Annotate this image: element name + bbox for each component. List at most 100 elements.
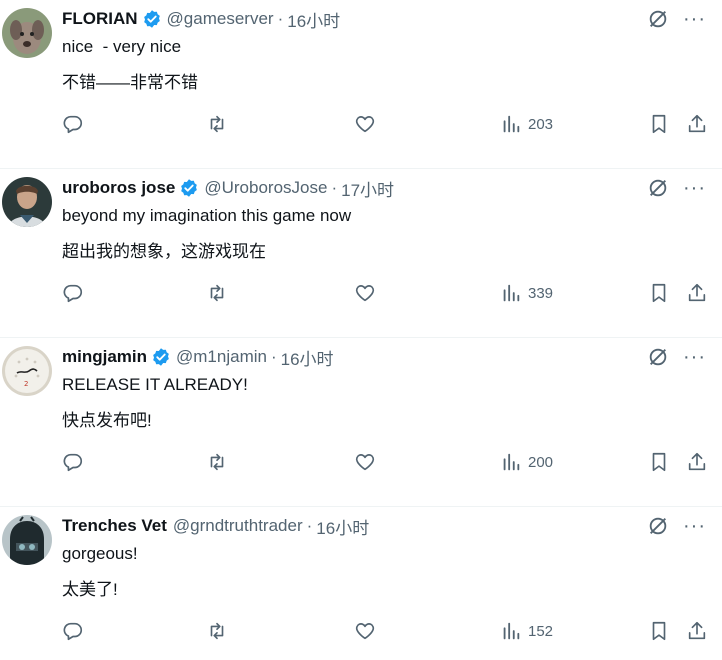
tweet-3[interactable]: Trenches Vet @grndtruthtrader · 16小时 ···…: [0, 507, 722, 660]
user-handle[interactable]: @grndtruthtrader: [173, 516, 303, 536]
verified-badge-icon: [181, 179, 198, 197]
tweet-text-translation: 快点发布吧!: [62, 411, 152, 430]
retweet-icon: [210, 284, 224, 302]
bookmark-icon: [652, 114, 666, 134]
avatar[interactable]: [2, 8, 52, 58]
reply-button[interactable]: [62, 450, 84, 474]
tweet-text-english: RELEASE IT ALREADY!: [62, 375, 248, 394]
tweet-1[interactable]: uroboros jose @UroborosJose · 17小时 ··· b…: [0, 169, 722, 338]
retweet-button[interactable]: [206, 619, 228, 643]
bookmark-button[interactable]: [648, 112, 670, 136]
bookmark-icon: [652, 452, 666, 472]
tweet-actions: 339: [62, 281, 722, 305]
like-button[interactable]: [354, 619, 376, 643]
reply-button[interactable]: [62, 619, 84, 643]
separator: ·: [306, 516, 313, 535]
user-handle[interactable]: @UroborosJose: [204, 178, 327, 198]
retweet-button[interactable]: [206, 450, 228, 474]
bookmark-button[interactable]: [648, 450, 670, 474]
user-handle[interactable]: @m1njamin: [176, 347, 267, 367]
share-icon: [688, 283, 706, 302]
bookmark-icon: [652, 283, 666, 303]
share-button[interactable]: [686, 281, 708, 305]
reply-icon: [63, 284, 83, 303]
reply-button[interactable]: [62, 281, 84, 305]
heart-icon: [355, 454, 375, 471]
user-handle[interactable]: @gameserver: [167, 9, 274, 29]
share-button[interactable]: [686, 450, 708, 474]
views-chart-icon: [503, 453, 520, 471]
display-name[interactable]: mingjamin: [62, 347, 147, 367]
tweet-text-english: beyond my imagination this game now: [62, 206, 352, 225]
share-icon: [688, 114, 706, 133]
reply-feed: FLORIAN @gameserver · 16小时 ··· nice - ve…: [0, 0, 722, 660]
timestamp[interactable]: 16小时: [281, 345, 334, 370]
views-button[interactable]: 200: [500, 450, 553, 474]
heart-icon: [355, 116, 375, 133]
avatar[interactable]: [2, 177, 52, 227]
share-icon: [688, 452, 706, 471]
timestamp[interactable]: 16小时: [316, 514, 369, 539]
heart-icon: [355, 285, 375, 302]
more-options-button[interactable]: ···: [683, 178, 706, 198]
retweet-button[interactable]: [206, 112, 228, 136]
views-count: 152: [528, 622, 554, 640]
views-button[interactable]: 152: [500, 619, 553, 643]
verified-badge-icon: [143, 10, 160, 28]
timestamp[interactable]: 17小时: [341, 176, 394, 201]
svg-text:2: 2: [24, 380, 28, 388]
views-chart-icon: [503, 115, 520, 133]
retweet-icon: [210, 453, 224, 471]
views-chart-icon: [503, 284, 520, 302]
reply-icon: [63, 115, 83, 134]
separator: ·: [331, 178, 338, 197]
grok-icon[interactable]: [647, 177, 669, 199]
retweet-icon: [210, 115, 224, 133]
views-button[interactable]: 339: [500, 281, 553, 305]
timestamp[interactable]: 16小时: [287, 7, 340, 32]
views-count: 203: [528, 115, 554, 133]
tweet-0[interactable]: FLORIAN @gameserver · 16小时 ··· nice - ve…: [0, 0, 722, 169]
bookmark-button[interactable]: [648, 281, 670, 305]
display-name[interactable]: uroboros jose: [62, 178, 175, 198]
reply-icon: [63, 622, 83, 641]
person-avatar-icon: [2, 177, 52, 227]
dog-avatar-icon: [2, 8, 52, 58]
like-button[interactable]: [354, 450, 376, 474]
tweet-2[interactable]: 2 mingjamin @m1njamin · 16小时 ··· RELEASE…: [0, 338, 722, 507]
bookmark-icon: [652, 621, 666, 641]
views-chart-icon: [503, 622, 520, 640]
display-name[interactable]: FLORIAN: [62, 9, 138, 29]
share-button[interactable]: [686, 619, 708, 643]
golf-ball-avatar-icon: 2: [2, 346, 52, 396]
tweet-actions: 200: [62, 450, 722, 474]
retweet-button[interactable]: [206, 281, 228, 305]
tweet-text-translation: 不错——非常不错: [62, 73, 198, 92]
grok-icon[interactable]: [647, 8, 669, 30]
views-count: 200: [528, 453, 554, 471]
reply-icon: [63, 453, 83, 472]
bookmark-button[interactable]: [648, 619, 670, 643]
tweet-actions: 152: [62, 619, 722, 643]
avatar[interactable]: [2, 515, 52, 565]
verified-badge-icon: [153, 348, 169, 366]
share-button[interactable]: [686, 112, 708, 136]
tweet-text-translation: 太美了!: [62, 580, 118, 599]
reply-button[interactable]: [62, 112, 84, 136]
tweet-text-english: nice - very nice: [62, 37, 182, 56]
avatar[interactable]: 2: [2, 346, 52, 396]
views-count: 339: [528, 284, 554, 302]
heart-icon: [355, 623, 375, 640]
more-options-button[interactable]: ···: [683, 347, 706, 367]
helmet-avatar-icon: [2, 515, 52, 565]
tweet-actions: 203: [62, 112, 722, 136]
display-name[interactable]: Trenches Vet: [62, 516, 167, 536]
more-options-button[interactable]: ···: [683, 9, 706, 29]
views-button[interactable]: 203: [500, 112, 553, 136]
grok-icon[interactable]: [647, 515, 669, 537]
like-button[interactable]: [354, 112, 376, 136]
like-button[interactable]: [354, 281, 376, 305]
grok-icon[interactable]: [647, 346, 669, 368]
more-options-button[interactable]: ···: [683, 516, 706, 536]
tweet-text-translation: 超出我的想象，这游戏现在: [62, 242, 266, 261]
